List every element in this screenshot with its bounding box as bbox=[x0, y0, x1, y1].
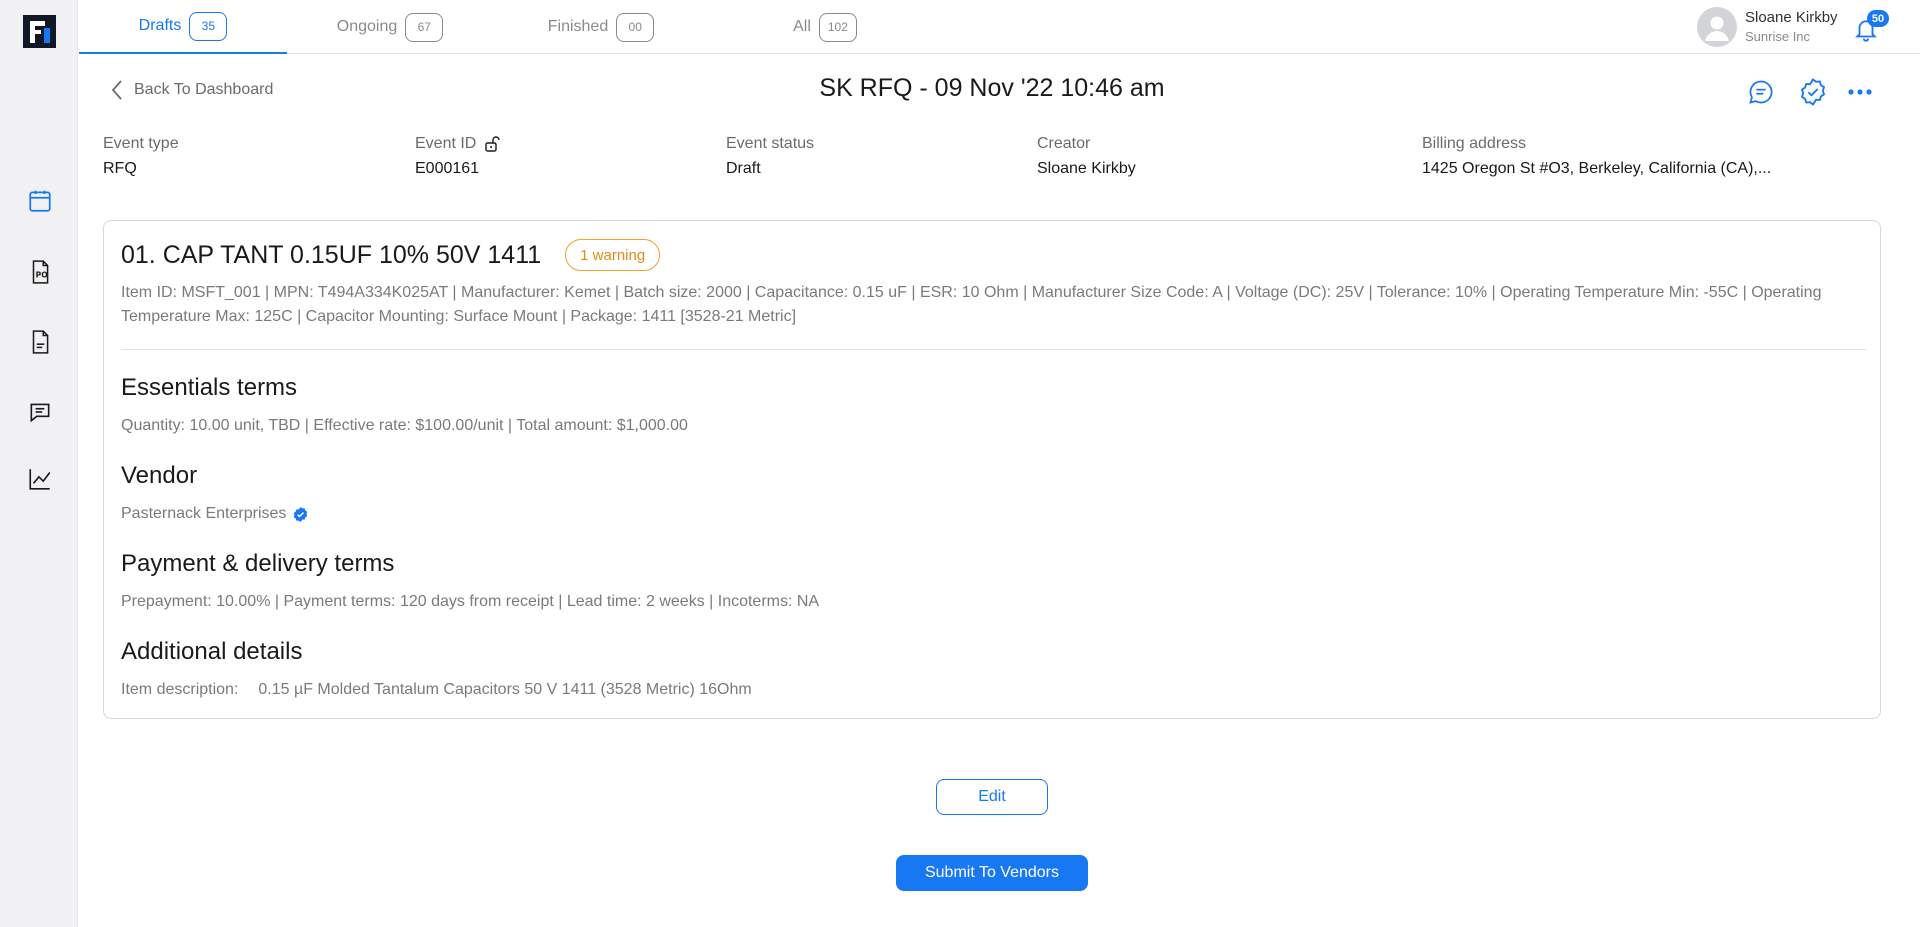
payment-title: Payment & delivery terms bbox=[121, 550, 395, 577]
back-to-dashboard-link[interactable]: Back To Dashboard bbox=[110, 78, 273, 102]
app-logo[interactable] bbox=[23, 15, 56, 48]
meta-label: Billing address bbox=[1422, 135, 1527, 152]
essentials-body: Quantity: 10.00 unit, TBD | Effective ra… bbox=[121, 417, 688, 434]
verified-badge-icon bbox=[294, 506, 308, 522]
meta-value: Draft bbox=[726, 160, 761, 177]
user-name: Sloane Kirkby bbox=[1745, 9, 1838, 26]
purchase-order-icon[interactable]: PO bbox=[26, 258, 54, 286]
tab-label: Ongoing bbox=[336, 18, 398, 35]
submit-to-vendors-button[interactable]: Submit To Vendors bbox=[896, 855, 1088, 891]
avatar bbox=[1697, 7, 1737, 47]
additional-row: Item description: 0.15 µF Molded Tantalu… bbox=[121, 681, 752, 699]
item-title: 01. CAP TANT 0.15UF 10% 50V 1411 bbox=[121, 240, 542, 269]
edit-button[interactable]: Edit bbox=[936, 779, 1048, 815]
meta-label: Event type bbox=[103, 135, 179, 152]
analytics-icon[interactable] bbox=[26, 465, 54, 493]
divider bbox=[121, 349, 1866, 350]
meta-value: 1425 Oregon St #O3, Berkeley, California… bbox=[1422, 160, 1772, 177]
meta-value: RFQ bbox=[103, 160, 137, 177]
user-icon bbox=[1705, 16, 1729, 41]
app-root: PO Drafts 35 Ongoing 67 Finished 00 All … bbox=[0, 0, 1920, 927]
comment-icon[interactable] bbox=[1745, 76, 1777, 108]
invoice-icon[interactable] bbox=[26, 328, 54, 356]
tab-label: All bbox=[793, 18, 811, 35]
meta-event-id: Event ID E000161 bbox=[415, 134, 501, 179]
additional-title: Additional details bbox=[121, 638, 303, 665]
meta-event-status: Event status Draft bbox=[726, 134, 814, 179]
notification-count-badge: 50 bbox=[1867, 10, 1889, 27]
payment-body: Prepayment: 10.00% | Payment terms: 120 … bbox=[121, 593, 820, 610]
vendor-name[interactable]: Pasternack Enterprises bbox=[121, 505, 286, 523]
page-title: SK RFQ - 09 Nov '22 10:46 am bbox=[819, 74, 1165, 102]
tab-label: Drafts bbox=[138, 17, 182, 34]
essentials-title: Essentials terms bbox=[121, 374, 298, 401]
user-organization: Sunrise Inc bbox=[1745, 29, 1811, 44]
vendor-row: Pasternack Enterprises bbox=[121, 505, 309, 523]
meta-billing-address: Billing address 1425 Oregon St #O3, Berk… bbox=[1422, 134, 1771, 179]
description-label: Item description: bbox=[121, 681, 239, 698]
verified-check-icon[interactable] bbox=[1797, 76, 1829, 108]
tab-count-badge: 00 bbox=[616, 12, 655, 42]
tab-drafts[interactable]: Drafts 35 bbox=[79, 0, 287, 54]
chat-icon[interactable] bbox=[26, 398, 54, 426]
top-tab-bar: Drafts 35 Ongoing 67 Finished 00 All 102 bbox=[79, 0, 1920, 54]
meta-value: E000161 bbox=[415, 160, 480, 177]
svg-text:PO: PO bbox=[36, 270, 49, 279]
unlock-icon[interactable] bbox=[484, 135, 501, 153]
meta-label: Creator bbox=[1037, 135, 1091, 152]
calendar-icon[interactable] bbox=[26, 187, 54, 215]
tab-all[interactable]: All 102 bbox=[765, 0, 885, 54]
tab-count-badge: 67 bbox=[405, 12, 444, 42]
meta-label: Event ID bbox=[415, 135, 477, 152]
meta-value: Sloane Kirkby bbox=[1037, 160, 1136, 177]
vendor-title: Vendor bbox=[121, 462, 198, 489]
tab-count-badge: 102 bbox=[818, 12, 857, 42]
meta-creator: Creator Sloane Kirkby bbox=[1037, 134, 1136, 179]
tab-ongoing[interactable]: Ongoing 67 bbox=[330, 0, 450, 54]
user-menu[interactable]: Sloane Kirkby Sunrise Inc bbox=[1697, 6, 1838, 48]
meta-label: Event status bbox=[726, 135, 815, 152]
tab-label: Finished bbox=[547, 18, 609, 35]
item-details: Item ID: MSFT_001 | MPN: T494A334K025AT … bbox=[121, 284, 1822, 325]
warning-badge[interactable]: 1 warning bbox=[565, 239, 661, 271]
tab-finished[interactable]: Finished 00 bbox=[541, 0, 661, 54]
notification-bell[interactable]: 50 bbox=[1853, 10, 1889, 42]
left-sidebar: PO bbox=[0, 0, 78, 927]
description-value: 0.15 µF Molded Tantalum Capacitors 50 V … bbox=[258, 681, 752, 698]
back-label: Back To Dashboard bbox=[134, 81, 274, 98]
chevron-left-icon bbox=[111, 80, 122, 100]
tab-count-badge: 35 bbox=[189, 11, 228, 41]
more-options-icon[interactable] bbox=[1844, 76, 1876, 108]
meta-event-type: Event type RFQ bbox=[103, 134, 179, 179]
item-card: 01. CAP TANT 0.15UF 10% 50V 1411 1 warni… bbox=[103, 220, 1881, 719]
